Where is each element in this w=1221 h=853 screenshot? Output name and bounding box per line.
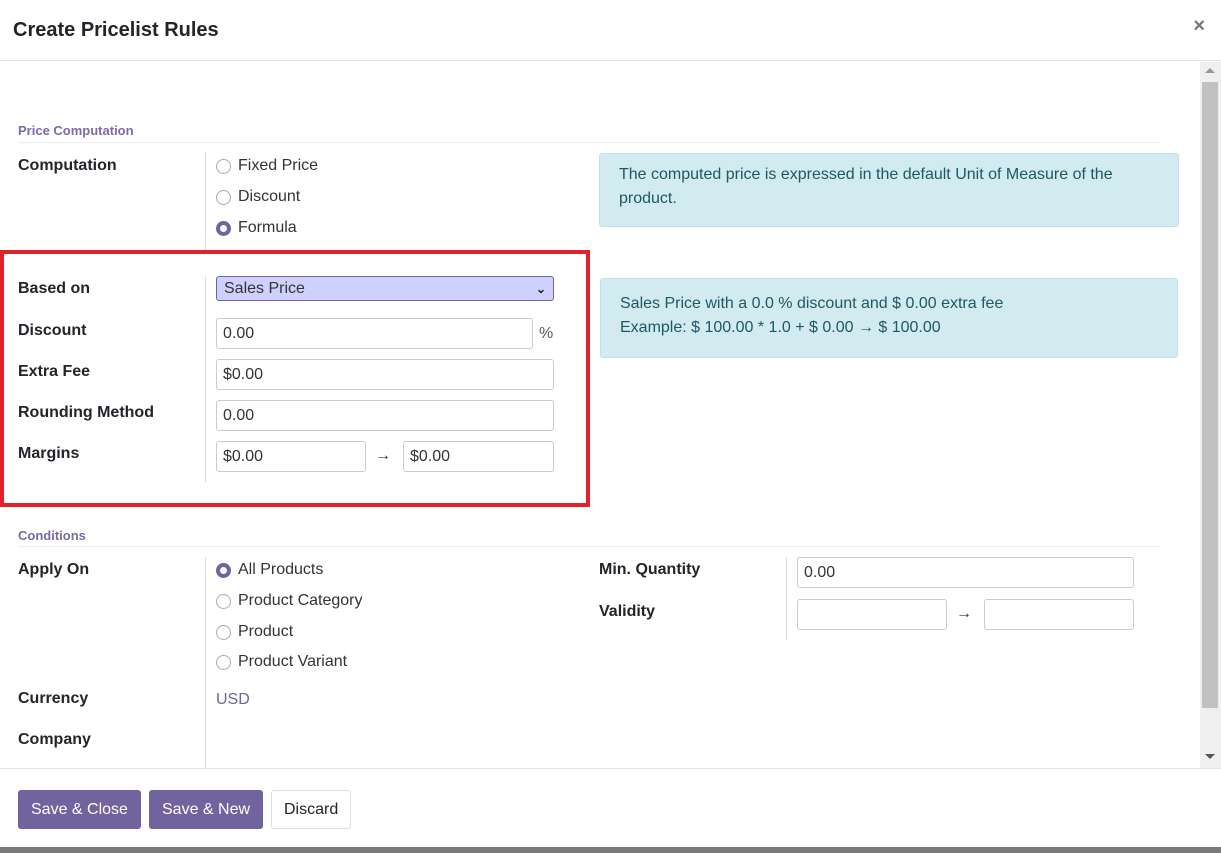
min-quantity-input[interactable]: 0.00 bbox=[797, 557, 1134, 588]
save-close-button[interactable]: Save & Close bbox=[18, 790, 141, 829]
discard-button[interactable]: Discard bbox=[271, 790, 352, 829]
based-on-value: Sales Price bbox=[224, 280, 305, 297]
field-divider bbox=[205, 152, 206, 250]
discount-input[interactable]: 0.00 bbox=[216, 318, 533, 349]
apply-on-label: Apply On bbox=[18, 561, 90, 578]
radio-fixed-price[interactable]: Fixed Price bbox=[216, 157, 318, 175]
company-label: Company bbox=[18, 731, 91, 748]
radio-checked-icon bbox=[216, 562, 231, 578]
arrow-right-icon: → bbox=[956, 605, 972, 622]
formula-info-alert: Sales Price with a 0.0 % discount and $ … bbox=[600, 278, 1178, 358]
radio-label: Product Category bbox=[238, 592, 363, 609]
vertical-scrollbar[interactable] bbox=[1200, 62, 1221, 768]
validity-label: Validity bbox=[599, 603, 656, 620]
scroll-up-arrow-icon[interactable] bbox=[1205, 68, 1215, 73]
section-divider bbox=[18, 142, 1160, 143]
radio-button-icon bbox=[216, 624, 231, 640]
window-bottom-edge bbox=[0, 847, 1221, 853]
radio-button-icon bbox=[216, 654, 231, 670]
rounding-method-label: Rounding Method bbox=[18, 404, 154, 421]
save-new-button[interactable]: Save & New bbox=[149, 790, 264, 829]
radio-label: Fixed Price bbox=[238, 157, 319, 174]
validity-end-input[interactable] bbox=[984, 599, 1134, 630]
chevron-down-icon: ⌄ bbox=[535, 282, 546, 296]
field-divider bbox=[786, 557, 787, 640]
uom-info-text: The computed price is expressed in the d… bbox=[619, 166, 1113, 207]
max-margin-input[interactable]: $0.00 bbox=[403, 441, 554, 472]
uom-info-alert: The computed price is expressed in the d… bbox=[599, 153, 1179, 227]
radio-label: Discount bbox=[238, 188, 301, 205]
radio-all-products[interactable]: All Products bbox=[216, 561, 323, 579]
radio-label: Product Variant bbox=[238, 653, 348, 670]
radio-label: All Products bbox=[238, 561, 324, 578]
margins-label: Margins bbox=[18, 445, 80, 462]
computation-label: Computation bbox=[18, 157, 117, 174]
close-icon[interactable]: × bbox=[1193, 16, 1205, 36]
scroll-down-arrow-icon[interactable] bbox=[1205, 754, 1215, 759]
currency-label: Currency bbox=[18, 690, 89, 707]
dialog-body: Price Computation Computation Fixed Pric… bbox=[0, 62, 1200, 768]
field-divider bbox=[205, 276, 206, 482]
radio-product-category[interactable]: Product Category bbox=[216, 592, 363, 610]
dialog-footer: Save & Close Save & New Discard bbox=[0, 768, 1221, 847]
section-divider bbox=[18, 546, 1160, 547]
field-divider bbox=[205, 557, 206, 768]
radio-button-icon bbox=[216, 158, 231, 174]
formula-description: Sales Price with a 0.0 % discount and $ … bbox=[620, 295, 1004, 312]
radio-label: Formula bbox=[238, 219, 297, 236]
percent-suffix: % bbox=[539, 325, 554, 342]
extra-fee-input[interactable]: $0.00 bbox=[216, 359, 554, 390]
min-margin-input[interactable]: $0.00 bbox=[216, 441, 366, 472]
arrow-right-icon: → bbox=[375, 447, 391, 464]
section-title-conditions: Conditions bbox=[18, 528, 86, 543]
rounding-method-input[interactable]: 0.00 bbox=[216, 400, 554, 431]
based-on-select[interactable]: Sales Price ⌄ bbox=[216, 276, 554, 301]
currency-link[interactable]: USD bbox=[216, 691, 250, 709]
radio-label: Product bbox=[238, 623, 294, 640]
radio-button-icon bbox=[216, 593, 231, 609]
radio-checked-icon bbox=[216, 220, 231, 236]
scrollbar-thumb[interactable] bbox=[1202, 82, 1218, 708]
dialog-header: Create Pricelist Rules × bbox=[0, 0, 1221, 61]
radio-product-variant[interactable]: Product Variant bbox=[216, 653, 347, 671]
based-on-label: Based on bbox=[18, 280, 91, 297]
radio-product[interactable]: Product bbox=[216, 623, 293, 641]
min-quantity-label: Min. Quantity bbox=[599, 561, 701, 578]
validity-start-input[interactable] bbox=[797, 599, 947, 630]
extra-fee-label: Extra Fee bbox=[18, 363, 91, 380]
radio-discount[interactable]: Discount bbox=[216, 188, 300, 206]
discount-label: Discount bbox=[18, 322, 87, 339]
formula-example: Example: $ 100.00 * 1.0 + $ 0.00 → $ 100… bbox=[620, 319, 941, 336]
section-title-price-computation: Price Computation bbox=[18, 123, 134, 138]
radio-formula[interactable]: Formula bbox=[216, 219, 297, 237]
radio-button-icon bbox=[216, 189, 231, 205]
dialog-title: Create Pricelist Rules bbox=[13, 19, 219, 41]
